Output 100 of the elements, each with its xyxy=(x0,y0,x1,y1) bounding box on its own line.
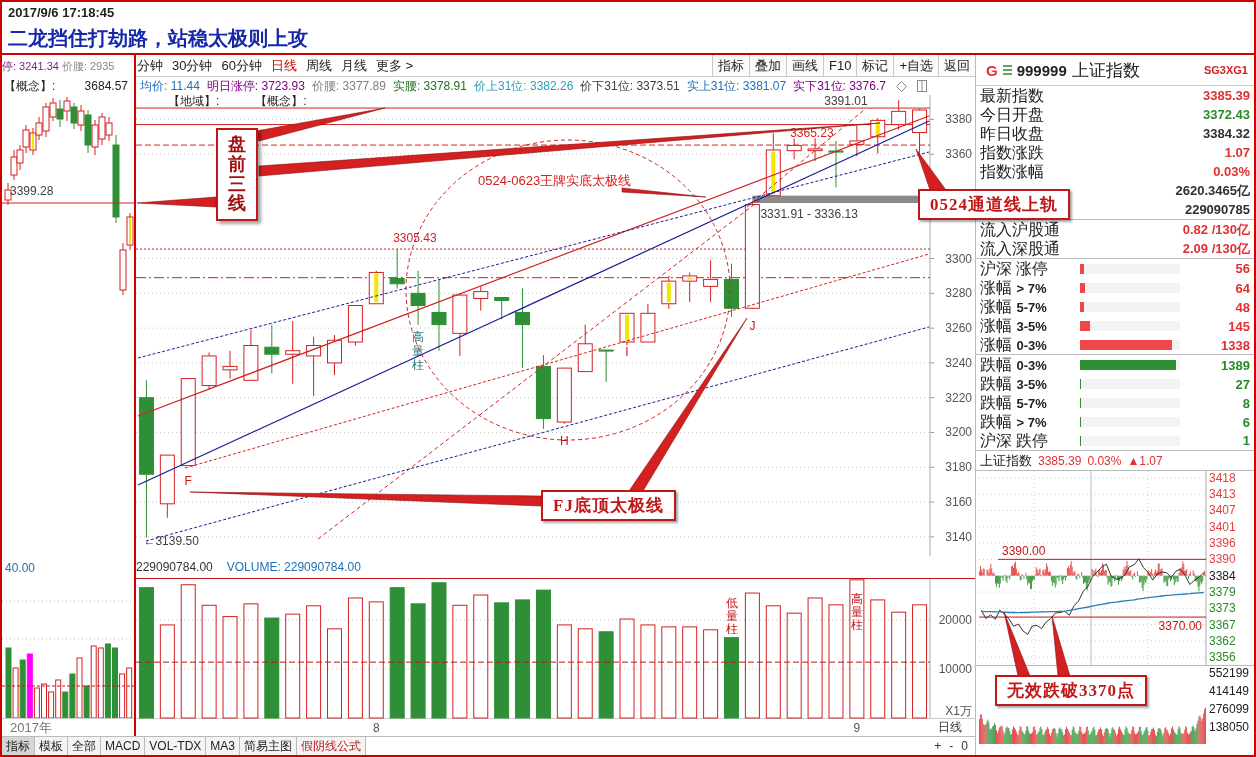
bottom-tab[interactable]: MA3 xyxy=(206,737,241,755)
point-label: 3391.01 xyxy=(824,95,868,109)
datetime-text: 2017/9/6 17:18:45 xyxy=(8,5,116,21)
bottom-tab[interactable]: 模板 xyxy=(35,737,68,755)
quote-marker: G xyxy=(986,61,998,79)
callout-pointer xyxy=(1003,611,1071,677)
breadth-label: 跌幅 3-5% xyxy=(980,374,1048,394)
axis-label: 3413 xyxy=(1209,487,1236,502)
axis-label: 3379 xyxy=(1209,585,1236,600)
point-label: 低量柱 xyxy=(725,595,738,636)
stat-label: 最新指数 xyxy=(980,86,1044,105)
breadth-label: 跌幅 0-3% xyxy=(980,355,1048,375)
point-label: I xyxy=(625,344,629,359)
axis-label: 3180 xyxy=(945,460,972,475)
volume-value-text: 229090784.00 xyxy=(136,560,213,574)
toolbar-button[interactable]: 画线 xyxy=(786,55,823,76)
stat-value: 0.03% xyxy=(1213,164,1250,179)
point-label: ←3139.50 xyxy=(143,533,199,548)
axis-label: 3140 xyxy=(945,529,972,544)
volume-scale-label: 138050 xyxy=(1209,720,1250,734)
breadth-label: 跌幅 > 7% xyxy=(980,412,1048,432)
axis-label: 3367 xyxy=(1209,617,1236,632)
unit-label: X1万 xyxy=(945,704,972,718)
stat-value: 3372.43 xyxy=(1203,107,1250,122)
bottom-tab[interactable]: VOL-TDX xyxy=(145,737,207,755)
axis-label: 3160 xyxy=(945,495,972,510)
axis-label: 3356 xyxy=(1209,650,1236,665)
axis-label: 20000 xyxy=(938,613,972,627)
period-tab[interactable]: 60分钟 xyxy=(221,56,262,75)
indicator-text: 实下31位: 3376.7 xyxy=(793,77,886,95)
year-label: 2017年 xyxy=(9,718,52,736)
panel-toggle-icon[interactable] xyxy=(916,80,927,92)
stat-value: 3385.39 xyxy=(1203,88,1250,103)
breadth-count: 27 xyxy=(1234,376,1250,392)
breadth-count: 6 xyxy=(1241,414,1250,430)
list-icon[interactable] xyxy=(1002,65,1012,75)
axis-label: 3200 xyxy=(945,425,972,440)
axis-label: 3280 xyxy=(945,286,972,301)
toolbar-button[interactable]: F10 xyxy=(823,55,857,76)
reference-label: 3390.00 xyxy=(1002,544,1046,559)
zoom-button[interactable]: 0 xyxy=(958,737,971,755)
toolbar-button[interactable]: 返回 xyxy=(938,55,975,76)
axis-label: 10000 xyxy=(938,662,972,676)
period-tab[interactable]: 月线 xyxy=(340,56,367,75)
toolbar-button[interactable]: +自选 xyxy=(893,55,938,76)
stat-label: 今日开盘 xyxy=(980,105,1044,124)
bottom-tab[interactable]: 指标 xyxy=(2,737,35,755)
toolbar-button[interactable]: 指标 xyxy=(712,55,749,76)
axis-label: 3390 xyxy=(1209,552,1236,567)
toolbar-button[interactable]: 标记 xyxy=(856,55,894,76)
zoom-button[interactable]: + xyxy=(931,737,945,755)
bottom-tab[interactable]: 简易主图 xyxy=(240,737,298,755)
axis-label: 3396 xyxy=(1209,536,1236,551)
stat-label: 指数涨幅 xyxy=(980,162,1044,181)
axis-label: 3220 xyxy=(945,390,972,405)
axis-label: 3384 xyxy=(1209,568,1236,583)
axis-label: 3407 xyxy=(1209,503,1236,518)
axis-label: 3260 xyxy=(945,321,972,336)
period-tab[interactable]: 30分钟 xyxy=(172,56,213,75)
axis-label: 3362 xyxy=(1209,634,1236,648)
stat-value: 2620.3465亿 xyxy=(1175,181,1250,200)
stat-label: 指数涨跌 xyxy=(980,143,1044,162)
breadth-label: 沪深 跌停 xyxy=(980,431,1050,450)
stat-value: 3384.32 xyxy=(1203,126,1250,141)
breadth-count: 145 xyxy=(1227,318,1250,334)
axis-label: 3418 xyxy=(1209,471,1236,485)
axis-label: 3380 xyxy=(945,112,972,127)
axis-label: 3360 xyxy=(945,147,972,162)
period-tab[interactable]: 分钟 xyxy=(137,56,163,75)
period-tab[interactable]: 周线 xyxy=(305,56,332,75)
callout-label: FJ底顶太极线 xyxy=(541,490,676,521)
zoom-button[interactable]: - xyxy=(946,737,957,755)
period-tab[interactable]: 日线 xyxy=(270,56,297,75)
bottom-tab[interactable]: MACD xyxy=(101,737,146,755)
bottom-tab[interactable]: 全部 xyxy=(68,737,101,755)
price-label: 3684.57 xyxy=(84,79,128,93)
point-label: F xyxy=(184,473,192,488)
breadth-count: 1389 xyxy=(1220,357,1250,373)
callout-text: 0524-0623王牌实底太极线 xyxy=(478,172,632,190)
axis-label: 3240 xyxy=(945,355,972,370)
stock-code: 999999 xyxy=(1016,61,1067,79)
stat-label: 流入沪股通 xyxy=(980,220,1060,239)
period-tab[interactable]: 更多 > xyxy=(375,56,414,75)
indicator-text: 实腰: 3378.91 xyxy=(392,77,467,95)
stat-value: 2.09 /130亿 xyxy=(1182,239,1250,258)
index-change: ▲1.07 xyxy=(1127,453,1163,468)
axis-label: 3401 xyxy=(1209,519,1236,534)
breadth-count: 56 xyxy=(1234,261,1250,276)
axis-label: 3373 xyxy=(1209,601,1236,616)
indicator-text: 价腰: 3377.89 xyxy=(311,77,386,95)
breadth-label: 涨幅 3-5% xyxy=(980,316,1048,336)
diamond-icon[interactable] xyxy=(895,80,907,92)
bottom-tab[interactable]: 假阴线公式 xyxy=(297,737,367,755)
breadth-label: 跌幅 5-7% xyxy=(980,393,1048,413)
index-price: 3385.39 xyxy=(1038,453,1082,468)
stat-value: 1.07 xyxy=(1224,145,1250,160)
volume-scale-label: 414149 xyxy=(1209,684,1250,698)
callout-label: 无效跌破3370点 xyxy=(995,675,1147,706)
toolbar-button[interactable]: 叠加 xyxy=(749,55,786,76)
stat-label: 流入深股通 xyxy=(980,239,1060,258)
